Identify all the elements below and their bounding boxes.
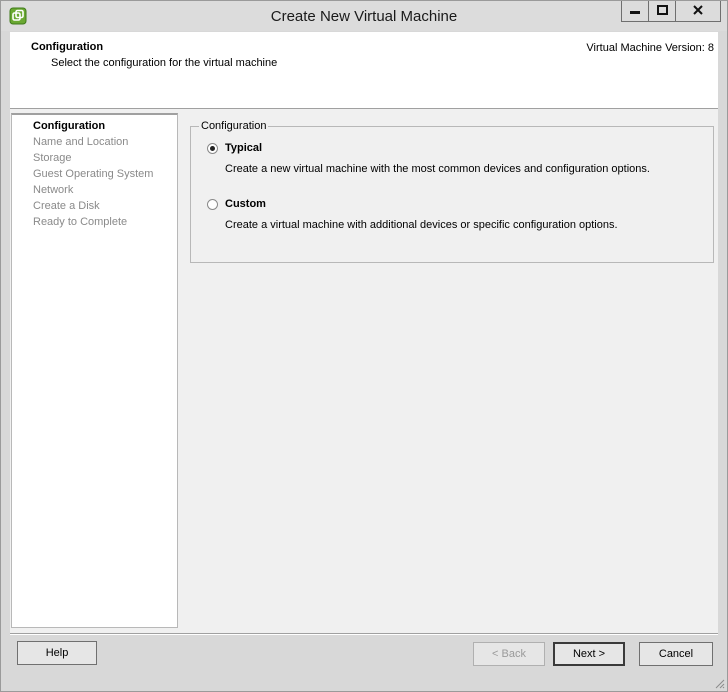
help-button[interactable]: Help xyxy=(17,641,97,665)
next-button[interactable]: Next > xyxy=(553,642,625,666)
step-configuration[interactable]: Configuration xyxy=(33,120,105,132)
resize-grip-icon[interactable] xyxy=(713,677,725,689)
configuration-groupbox: Configuration Typical Create a new virtu… xyxy=(190,120,714,263)
typical-radio[interactable] xyxy=(207,143,218,154)
maximize-icon xyxy=(656,4,668,18)
custom-radio[interactable] xyxy=(207,199,218,210)
create-vm-window: Create New Virtual Machine Configuration… xyxy=(0,0,728,692)
maximize-button[interactable] xyxy=(648,1,676,22)
close-button[interactable] xyxy=(675,1,721,22)
cancel-button[interactable]: Cancel xyxy=(639,642,713,666)
custom-description: Create a virtual machine with additional… xyxy=(225,219,618,231)
custom-label[interactable]: Custom xyxy=(225,198,266,210)
step-name-and-location: Name and Location xyxy=(33,136,129,148)
page-subtitle: Select the configuration for the virtual… xyxy=(51,57,278,69)
close-icon xyxy=(693,4,703,18)
vm-version-label: Virtual Machine Version: 8 xyxy=(586,42,714,54)
typical-label[interactable]: Typical xyxy=(225,142,262,154)
back-button[interactable]: < Back xyxy=(473,642,545,666)
step-storage: Storage xyxy=(33,152,72,164)
window-title: Create New Virtual Machine xyxy=(270,8,458,25)
title-bar[interactable]: Create New Virtual Machine xyxy=(1,1,727,31)
typical-description: Create a new virtual machine with the mo… xyxy=(225,163,650,175)
step-create-disk: Create a Disk xyxy=(33,200,100,212)
wizard-header: Configuration Select the configuration f… xyxy=(10,32,718,109)
step-ready-to-complete: Ready to Complete xyxy=(33,216,128,228)
radio-selected-dot xyxy=(210,146,215,151)
page-title: Configuration xyxy=(31,41,104,53)
step-network: Network xyxy=(33,184,74,196)
groupbox-legend: Configuration xyxy=(199,120,269,132)
step-guest-os: Guest Operating System xyxy=(33,168,154,180)
minimize-icon xyxy=(630,5,640,18)
wizard-body: Configuration Name and Location Storage … xyxy=(10,109,718,633)
window-controls xyxy=(621,1,721,23)
footer-divider xyxy=(10,633,718,635)
wizard-steps-list: Configuration Name and Location Storage … xyxy=(11,113,178,628)
minimize-button[interactable] xyxy=(621,1,649,22)
